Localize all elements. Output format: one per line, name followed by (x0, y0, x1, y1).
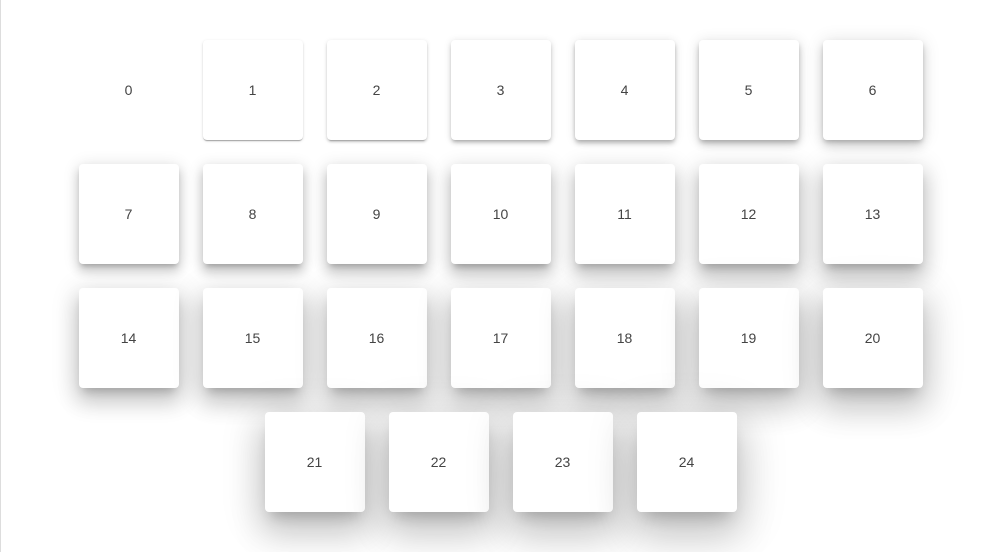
elevation-card-4: 4 (574, 40, 675, 140)
elevation-card-22: 22 (388, 412, 489, 512)
elevation-card-1: 1 (202, 40, 303, 140)
elevation-card-2: 2 (326, 40, 427, 140)
elevation-card-14: 14 (78, 288, 179, 388)
elevation-card-16: 16 (326, 288, 427, 388)
elevation-card-17: 17 (450, 288, 551, 388)
elevation-card-15: 15 (202, 288, 303, 388)
elevation-card-9: 9 (326, 164, 427, 264)
elevation-card-3: 3 (450, 40, 551, 140)
elevation-card-8: 8 (202, 164, 303, 264)
elevation-card-13: 13 (822, 164, 923, 264)
elevation-card-0: 0 (78, 40, 179, 140)
elevation-card-6: 6 (822, 40, 923, 140)
elevation-card-21: 21 (264, 412, 365, 512)
elevation-card-19: 19 (698, 288, 799, 388)
elevation-card-7: 7 (78, 164, 179, 264)
elevation-card-23: 23 (512, 412, 613, 512)
elevation-card-18: 18 (574, 288, 675, 388)
elevation-card-11: 11 (574, 164, 675, 264)
elevation-card-5: 5 (698, 40, 799, 140)
elevation-card-20: 20 (822, 288, 923, 388)
elevation-card-24: 24 (636, 412, 737, 512)
elevation-grid: 0 1 2 3 4 5 6 7 8 9 10 11 12 13 14 15 16 17 18 19 20 21 22 23 24 (67, 0, 935, 524)
elevation-card-12: 12 (698, 164, 799, 264)
elevation-card-10: 10 (450, 164, 551, 264)
